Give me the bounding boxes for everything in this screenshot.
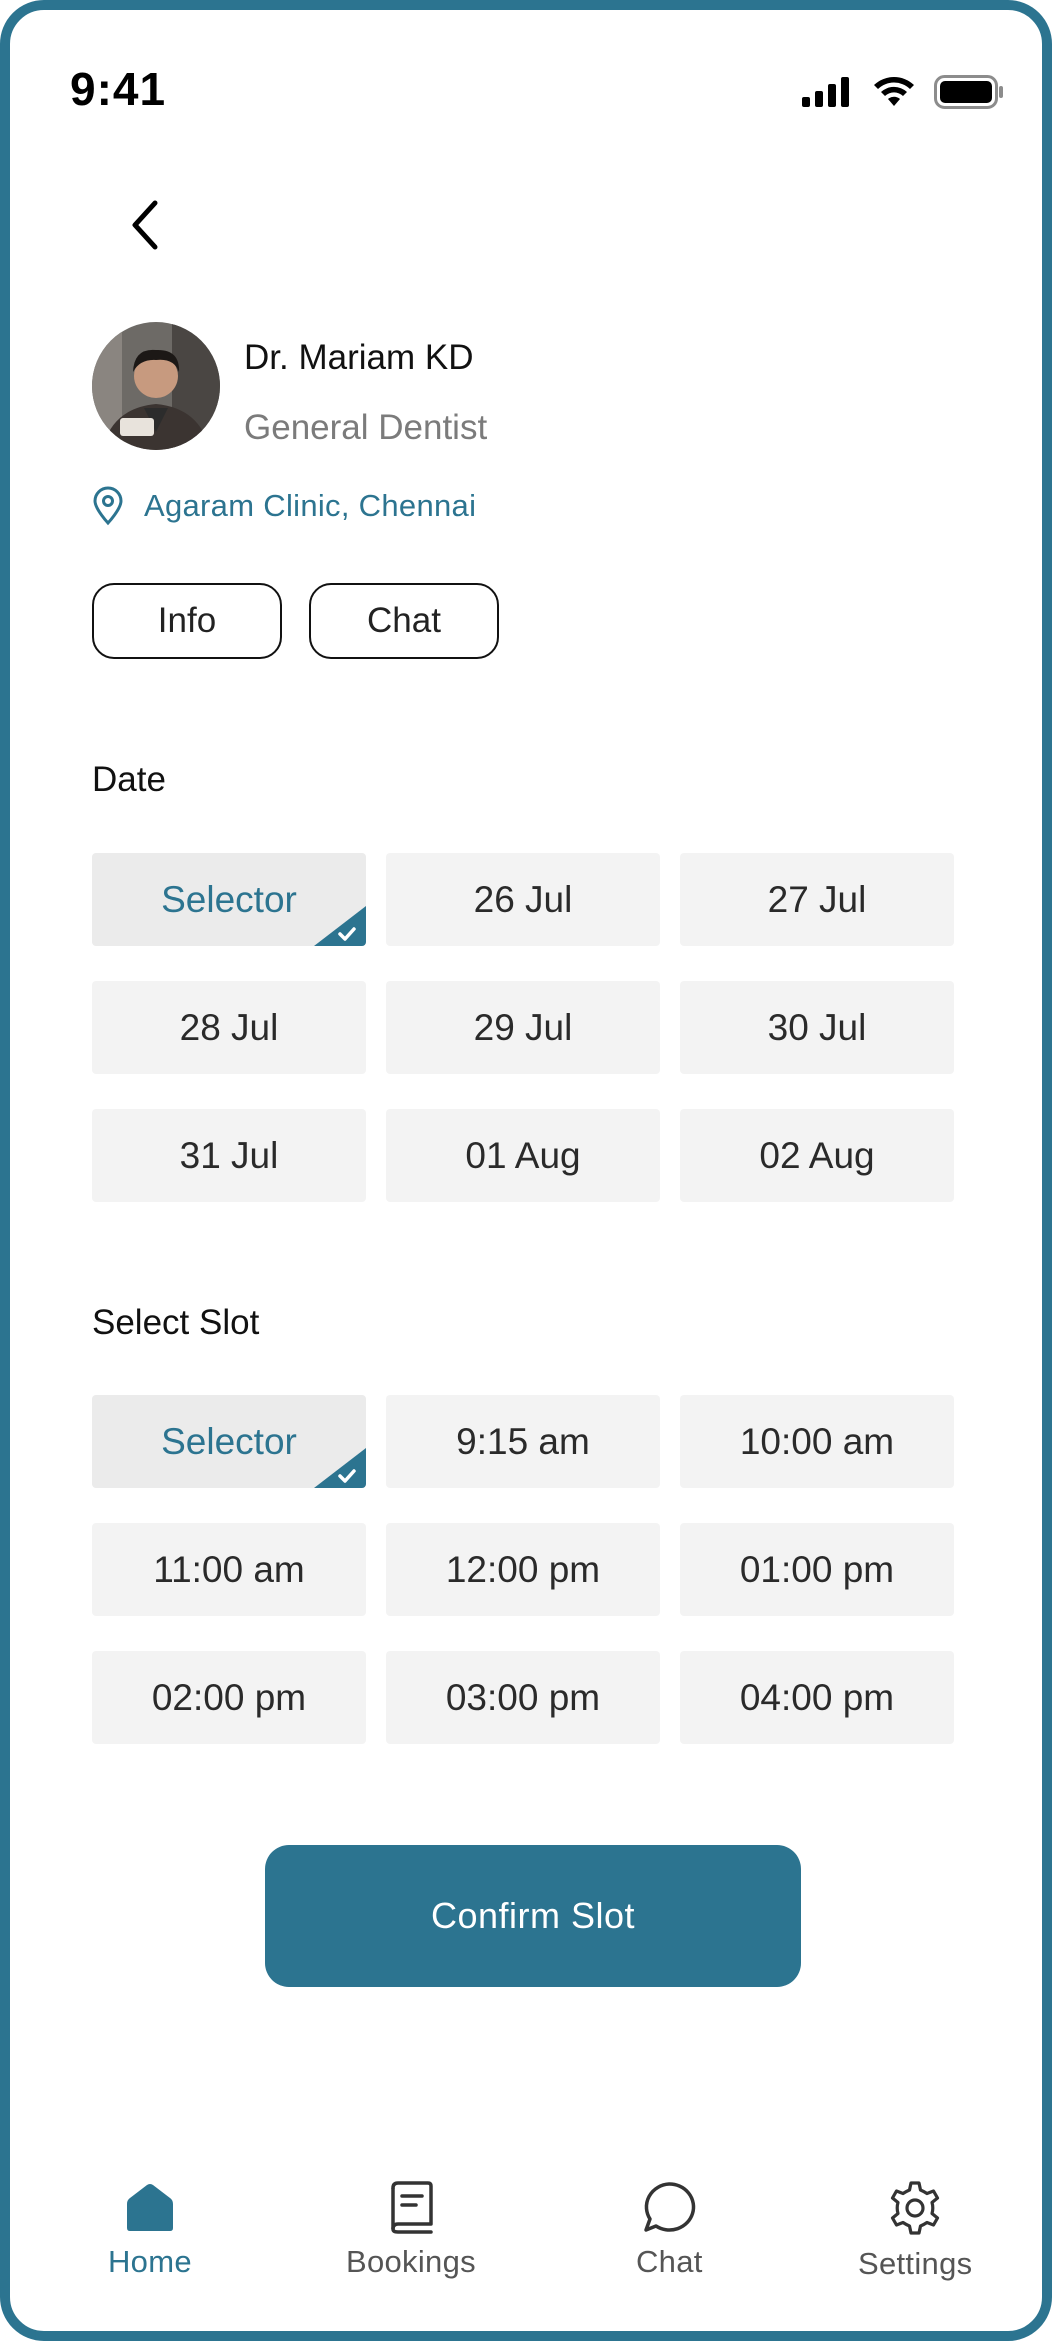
date-option-label: Selector [161,878,297,920]
info-button[interactable]: Info [92,583,282,659]
status-time: 9:41 [70,63,167,115]
date-option[interactable]: 01 Aug [386,1109,660,1202]
bookings-icon [391,2181,433,2234]
tab-bookings[interactable]: Bookings [346,2180,476,2280]
settings-icon [891,2181,940,2235]
back-button[interactable] [110,190,180,260]
slot-option-label: 01:00 pm [739,1548,895,1590]
slot-option[interactable]: 12:00 pm [386,1523,660,1616]
slot-option[interactable]: 11:00 am [92,1523,366,1616]
chat-bubble-icon [644,2182,696,2232]
location-pin-icon [93,486,123,526]
date-option-label: 02 Aug [759,1134,875,1176]
doctor-specialty: General Dentist [244,408,488,447]
slot-option[interactable]: 9:15 am [386,1395,660,1488]
slot-option[interactable]: 03:00 pm [386,1651,660,1744]
slot-grid: Selector 9:15 am 10:00 am 11:00 am 12:00… [92,1395,954,1744]
slot-option[interactable]: Selector [92,1395,366,1488]
wifi-icon [874,77,914,106]
slot-option-label: 02:00 pm [151,1676,307,1718]
selected-check-icon [314,906,366,946]
date-option-label: 01 Aug [465,1134,581,1176]
slot-option-label: Selector [161,1420,297,1462]
tab-label: Chat [636,2244,703,2279]
date-section-title: Date [92,760,166,799]
battery-icon [934,75,1003,109]
doctor-name: Dr. Mariam KD [244,338,474,377]
slot-option-label: 11:00 am [153,1548,305,1590]
slot-option-label: 04:00 pm [739,1676,895,1718]
date-option[interactable]: 30 Jul [680,981,954,1074]
slot-option[interactable]: 04:00 pm [680,1651,954,1744]
chevron-left-icon [132,200,158,250]
slot-option-label: 9:15 am [456,1420,590,1462]
slot-option-label: 12:00 pm [445,1548,601,1590]
home-icon [126,2184,173,2231]
signal-icon [802,77,849,107]
selected-check-icon [314,1448,366,1488]
confirm-slot-button[interactable]: Confirm Slot [265,1845,801,1987]
tab-home[interactable]: Home [108,2180,192,2280]
tab-chat[interactable]: Chat [636,2180,703,2280]
tab-settings[interactable]: Settings [858,2180,972,2282]
app-screen: 9:41 Dr. Mariam KD General Dentist Agara… [0,0,1052,2341]
doctor-location: Agaram Clinic, Chennai [92,486,476,526]
doctor-avatar [92,322,220,450]
slot-option[interactable]: 01:00 pm [680,1523,954,1616]
date-option-label: 27 Jul [767,878,867,920]
date-option[interactable]: 31 Jul [92,1109,366,1202]
bottom-tab-bar: Home Bookings Chat Settings [10,2180,1042,2300]
slot-section-title: Select Slot [92,1303,260,1342]
slot-option-label: 10:00 am [739,1420,895,1462]
status-icons [802,72,1004,112]
date-option[interactable]: 02 Aug [680,1109,954,1202]
tab-label: Settings [858,2246,973,2281]
date-option-label: 31 Jul [179,1134,279,1176]
chat-button[interactable]: Chat [309,583,499,659]
date-option-label: 26 Jul [473,878,573,920]
date-grid: Selector 26 Jul 27 Jul 28 Jul 29 Jul 30 … [92,853,954,1202]
date-option[interactable]: 27 Jul [680,853,954,946]
date-option-label: 30 Jul [767,1006,867,1048]
date-option-label: 29 Jul [473,1006,573,1048]
slot-option-label: 03:00 pm [445,1676,601,1718]
date-option[interactable]: Selector [92,853,366,946]
date-option[interactable]: 28 Jul [92,981,366,1074]
date-option[interactable]: 29 Jul [386,981,660,1074]
date-option[interactable]: 26 Jul [386,853,660,946]
tab-label: Home [108,2244,192,2279]
slot-option[interactable]: 10:00 am [680,1395,954,1488]
date-option-label: 28 Jul [179,1006,279,1048]
location-text: Agaram Clinic, Chennai [144,488,477,523]
tab-label: Bookings [346,2244,476,2279]
slot-option[interactable]: 02:00 pm [92,1651,366,1744]
